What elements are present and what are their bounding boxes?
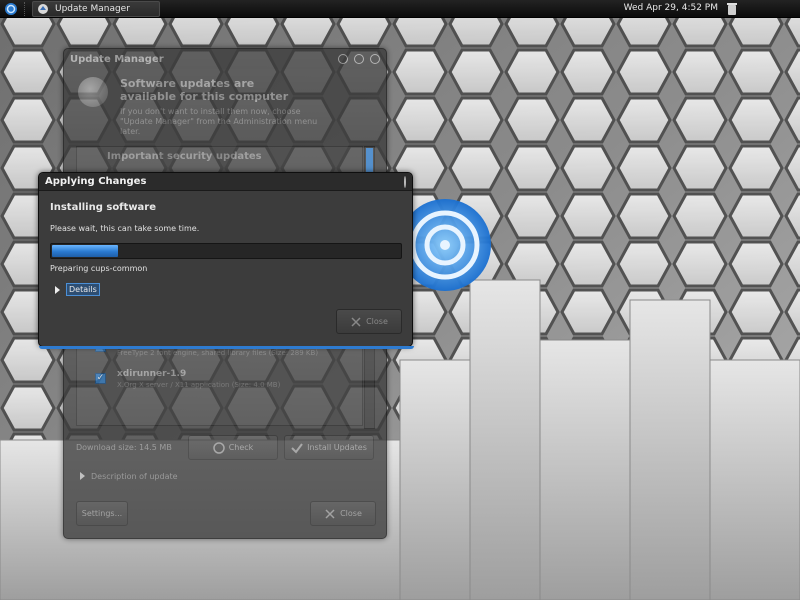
settings-button[interactable]: Settings... [76, 501, 128, 526]
header-title: Software updates are available for this … [120, 77, 289, 103]
dialog-close-label: Close [366, 317, 388, 326]
update-manager-icon [38, 3, 48, 14]
dialog-close-button[interactable]: Close [336, 309, 402, 334]
applying-changes-titlebar[interactable]: Applying Changes [39, 173, 412, 191]
details-expander[interactable]: Details [55, 283, 100, 296]
taskbar-item-label: Update Manager [55, 3, 130, 14]
applying-changes-dialog: Applying Changes Installing software Ple… [38, 172, 414, 349]
close-x-icon [351, 316, 361, 327]
settings-label: Settings... [81, 509, 123, 518]
install-updates-button[interactable]: Install Updates [284, 435, 374, 460]
installing-heading: Installing software [50, 202, 157, 213]
package-name: xdirunner-1.9 [117, 369, 187, 379]
update-manager-header: Software updates are available for this … [78, 77, 330, 137]
clock[interactable]: Wed Apr 29, 4:52 PM [624, 3, 718, 13]
header-subtitle: If you don't want to install them now, c… [120, 107, 318, 136]
top-panel: Update Manager Wed Apr 29, 4:52 PM [0, 0, 800, 18]
minimize-icon[interactable] [338, 54, 348, 64]
trash-icon[interactable] [726, 2, 738, 16]
update-globe-icon [78, 77, 108, 107]
expander-arrow-icon [80, 472, 85, 480]
details-label: Details [66, 283, 100, 296]
close-button[interactable]: Close [310, 501, 376, 526]
update-manager-titlebar[interactable]: Update Manager [64, 49, 386, 69]
install-label: Install Updates [307, 443, 367, 452]
description-label: Description of update [91, 472, 178, 481]
close-icon[interactable] [404, 175, 406, 188]
install-progress-bar [50, 243, 402, 259]
close-x-icon [325, 508, 335, 519]
description-expander[interactable]: Description of update [80, 472, 178, 481]
expander-arrow-icon [55, 285, 60, 294]
check-button[interactable]: Check [188, 435, 278, 460]
window-title: Update Manager [70, 53, 164, 65]
close-label: Close [340, 509, 362, 518]
package-description: FreeType 2 font engine, shared library f… [117, 349, 319, 357]
dialog-accent-edge [39, 346, 414, 349]
check-label: Check [228, 443, 254, 452]
update-group-label: Important security updates [107, 151, 262, 162]
panel-separator [24, 1, 30, 16]
wait-message: Please wait, this can take some time. [50, 224, 200, 233]
package-checkbox[interactable]: ✓ [95, 373, 106, 384]
list-item[interactable]: ✓ xdirunner-1.9 X.Org X server / X11 app… [91, 367, 361, 397]
maximize-icon[interactable] [354, 54, 364, 64]
download-size: Download size: 14.5 MB [76, 443, 172, 452]
progress-status: Preparing cups-common [50, 264, 148, 273]
checkmark-icon [291, 442, 303, 454]
progress-fill [52, 245, 118, 257]
package-description: X.Org X server / X11 application (Size: … [117, 381, 281, 389]
taskbar-item-update-manager[interactable]: Update Manager [32, 0, 160, 17]
refresh-icon [212, 441, 225, 454]
close-icon[interactable] [370, 54, 380, 64]
dialog-title: Applying Changes [45, 176, 147, 187]
menu-logo-icon[interactable] [0, 0, 22, 18]
